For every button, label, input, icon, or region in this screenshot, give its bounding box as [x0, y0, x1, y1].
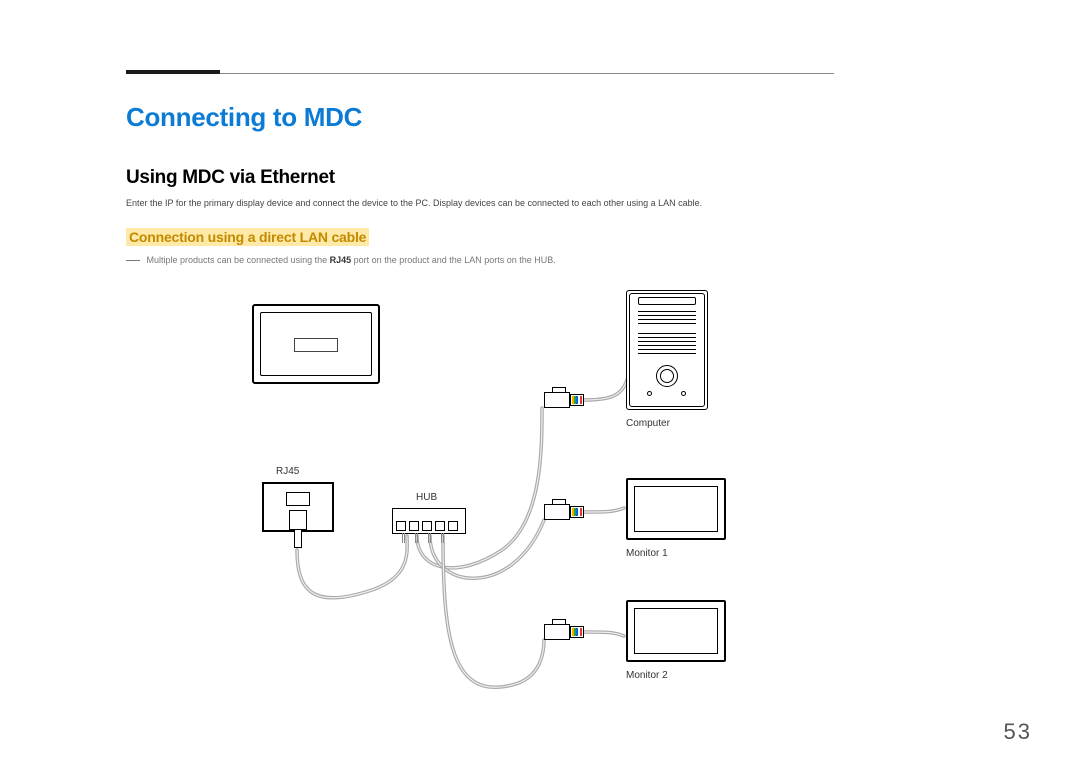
ethernet-plug-icon: [544, 622, 586, 642]
label-hub: HUB: [416, 492, 437, 503]
note-text-prefix: Multiple products can be connected using…: [147, 255, 330, 265]
section-body: Enter the IP for the primary display dev…: [126, 197, 1020, 210]
header-rule-thick: [126, 70, 220, 74]
note-text-suffix: port on the product and the LAN ports on…: [354, 255, 556, 265]
label-monitor1: Monitor 1: [626, 548, 668, 559]
ethernet-plug-icon: [544, 502, 586, 522]
label-monitor2: Monitor 2: [626, 670, 668, 681]
rj45-plug-tail-icon: [294, 530, 302, 548]
note-line: Multiple products can be connected using…: [126, 255, 1020, 265]
note-text-bold: RJ45: [330, 255, 352, 265]
rj45-port-icon: [262, 482, 334, 532]
label-rj45: RJ45: [276, 466, 299, 477]
monitor1-icon: [626, 478, 726, 540]
page-title: Connecting to MDC: [126, 102, 1020, 133]
display-device-icon: [252, 304, 380, 384]
ethernet-plug-icon: [544, 390, 586, 410]
subsection-heading: Connection using a direct LAN cable: [126, 228, 369, 246]
header-rule-thin: [220, 73, 834, 74]
note-dash-icon: [126, 260, 140, 261]
monitor2-icon: [626, 600, 726, 662]
section-heading: Using MDC via Ethernet: [126, 167, 1020, 189]
lan-connection-diagram: RJ45 HUB Computer Monitor 1: [252, 290, 812, 720]
computer-tower-icon: [626, 290, 708, 410]
hub-icon: [392, 508, 466, 534]
label-computer: Computer: [626, 418, 670, 429]
page-number: 53: [1004, 719, 1032, 745]
